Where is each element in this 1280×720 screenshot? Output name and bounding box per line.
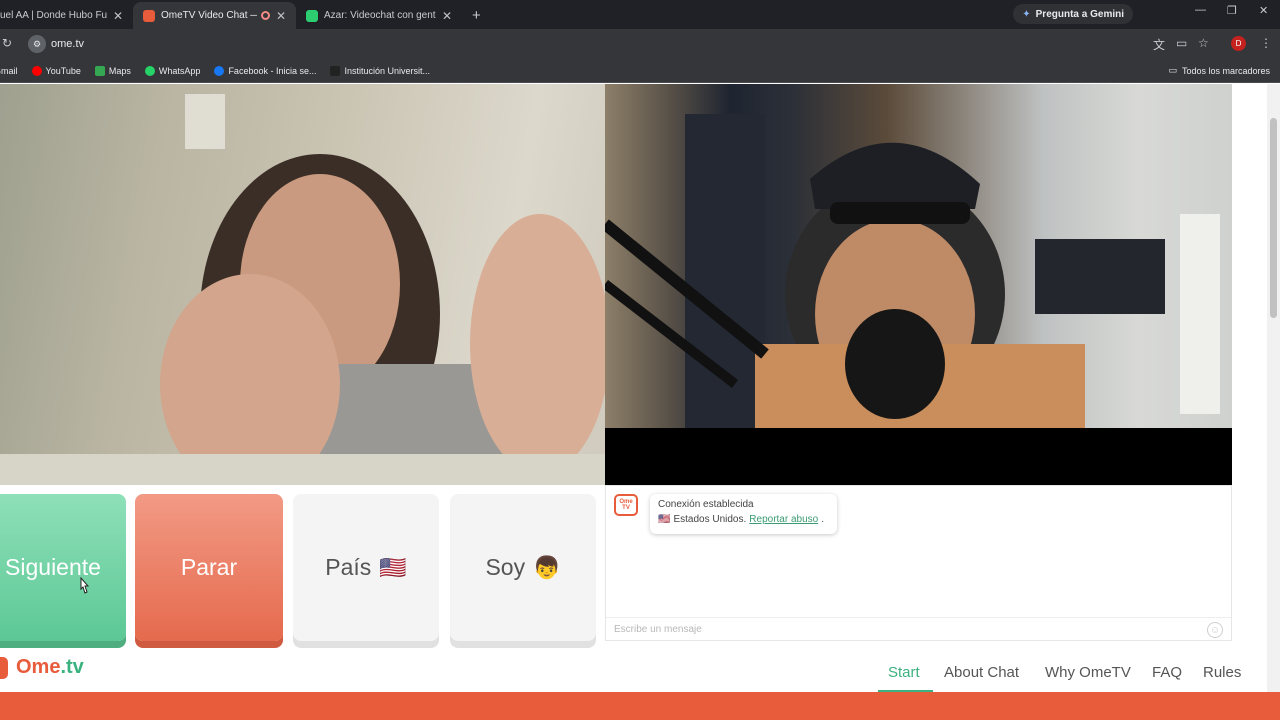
chat-logo-text: Ome TV [619, 499, 633, 511]
tab-title: uel AA | Donde Hubo Fuego [0, 10, 107, 21]
bookmark-facebook[interactable]: Facebook - Inicia se... [214, 65, 317, 76]
facebook-icon [214, 65, 225, 76]
gemini-label: Pregunta a Gemini [1035, 8, 1124, 20]
omnibox[interactable]: ⚙ ome.tv [22, 33, 1142, 55]
youtube-icon [31, 65, 42, 76]
minimize-icon[interactable]: — [1195, 4, 1206, 16]
close-tab-icon[interactable]: ✕ [442, 9, 452, 23]
page-scrollbar[interactable] [1267, 84, 1280, 720]
system-message-bubble: Conexión establecida 🇺🇸 Estados Unidos. … [650, 494, 837, 534]
local-video-frame [0, 94, 605, 485]
bookmark-star-icon[interactable]: ☆ [1198, 36, 1209, 50]
browser-tab[interactable]: Azar: Videochat con gente nue ✕ [296, 2, 462, 29]
bookmark-label: Institución Universit... [344, 65, 431, 76]
bookmarks-bar: Gmail YouTube Maps WhatsApp Facebook - I… [0, 59, 1280, 83]
stop-label: Parar [180, 554, 238, 580]
new-tab-icon[interactable]: + [462, 2, 491, 29]
bookmark-whatsapp[interactable]: WhatsApp [144, 65, 201, 76]
remote-video [605, 84, 1232, 485]
country-label: País [325, 554, 372, 580]
recording-indicator-icon [260, 11, 270, 20]
nav-rules[interactable]: Rules [1203, 664, 1241, 681]
azar-favicon-icon [306, 9, 318, 22]
bookmark-youtube[interactable]: YouTube [31, 65, 81, 76]
partner-country: Estados Unidos. [673, 514, 747, 525]
bookmark-gmail[interactable]: Gmail [0, 66, 18, 76]
country-button[interactable]: País 🇺🇸 [293, 494, 439, 641]
bookmark-label: Facebook - Inicia se... [228, 65, 317, 76]
message-placeholder: Escribe un mensaje [614, 624, 702, 635]
next-button[interactable]: Siguiente [0, 494, 126, 641]
bookmark-label: WhatsApp [158, 65, 201, 76]
nav-start[interactable]: Start [888, 664, 920, 681]
remote-video-frame [605, 84, 1232, 428]
close-tab-icon[interactable]: ✕ [276, 9, 286, 23]
local-video [0, 84, 605, 485]
gender-button[interactable]: Soy 👦 [450, 494, 596, 641]
url-text: ome.tv [51, 38, 85, 50]
all-bookmarks[interactable]: ▭ Todos los marcadores [1168, 65, 1270, 76]
cast-icon[interactable]: ▭ [1176, 36, 1187, 50]
chat-panel: Ome TV Conexión establecida 🇺🇸 Estados U… [605, 485, 1232, 641]
profile-avatar[interactable]: D [1231, 36, 1246, 51]
us-flag-icon: 🇺🇸 [379, 554, 407, 580]
boy-emoji-icon: 👦 [533, 554, 561, 580]
brand-tld: .tv [60, 656, 84, 678]
translate-icon[interactable]: 文 [1153, 36, 1165, 53]
stop-button[interactable]: Parar [135, 494, 283, 641]
site-nav: Ome .tv Start About Chat Why OmeTV FAQ Ru… [0, 650, 1267, 692]
logo-mark-icon [0, 656, 8, 679]
nav-about-chat[interactable]: About Chat [944, 664, 1019, 681]
browser-tab-active[interactable]: OmeTV Video Chat — Ome ✕ [133, 2, 296, 29]
us-flag-icon: 🇺🇸 [658, 514, 671, 525]
bookmark-label: Gmail [0, 65, 18, 76]
ometv-favicon-icon [143, 9, 155, 22]
maps-icon [94, 65, 105, 76]
nav-why-ometv[interactable]: Why OmeTV [1045, 664, 1131, 681]
folder-icon: ▭ [1168, 65, 1177, 75]
report-abuse-link[interactable]: Reportar abuso [749, 514, 818, 525]
ometv-logo[interactable]: Ome .tv [0, 656, 84, 679]
tab-title: OmeTV Video Chat — Ome [161, 10, 257, 21]
address-bar: ↻ ⚙ ome.tv 文 ▭ ☆ D ⋮ [0, 29, 1280, 59]
person-icon [330, 65, 341, 76]
bookmark-label: Maps [108, 65, 131, 76]
bookmark-institucion[interactable]: Institución Universit... [330, 65, 431, 76]
message-input[interactable]: Escribe un mensaje ☺ [606, 617, 1231, 641]
close-tab-icon[interactable]: ✕ [113, 9, 123, 23]
reload-icon[interactable]: ↻ [2, 36, 12, 50]
connection-status: Conexión establecida [658, 499, 754, 510]
whatsapp-icon [144, 65, 155, 76]
brand-main: Ome [16, 656, 61, 678]
all-bookmarks-label: Todos los marcadores [1181, 65, 1270, 76]
hero-banner [0, 692, 1280, 720]
menu-kebab-icon[interactable]: ⋮ [1260, 36, 1272, 50]
scrollbar-thumb[interactable] [1270, 118, 1277, 318]
bookmark-maps[interactable]: Maps [94, 65, 131, 76]
gemini-button[interactable]: ✦ Pregunta a Gemini [1013, 4, 1133, 24]
gender-label: Soy [485, 554, 526, 580]
ometv-tv-icon: Ome TV [614, 494, 638, 516]
browser-tab-strip: uel AA | Donde Hubo Fuego ✕ OmeTV Video … [0, 0, 1280, 29]
bookmark-label: YouTube [45, 65, 81, 76]
site-info-icon[interactable]: ⚙ [28, 35, 46, 53]
browser-tab[interactable]: uel AA | Donde Hubo Fuego ✕ [0, 2, 133, 29]
maximize-icon[interactable]: ❐ [1227, 4, 1237, 17]
window-close-icon[interactable]: ✕ [1259, 4, 1268, 17]
tab-title: Azar: Videochat con gente nue [324, 10, 436, 21]
emoji-picker-icon[interactable]: ☺ [1207, 622, 1223, 638]
ometv-page: Siguiente Parar País 🇺🇸 Soy 👦 Ome TV Con… [0, 84, 1280, 720]
gemini-sparkle-icon: ✦ [1022, 8, 1031, 20]
period: . [821, 514, 824, 525]
mouse-pointer-icon [80, 577, 90, 594]
nav-faq[interactable]: FAQ [1152, 664, 1182, 681]
